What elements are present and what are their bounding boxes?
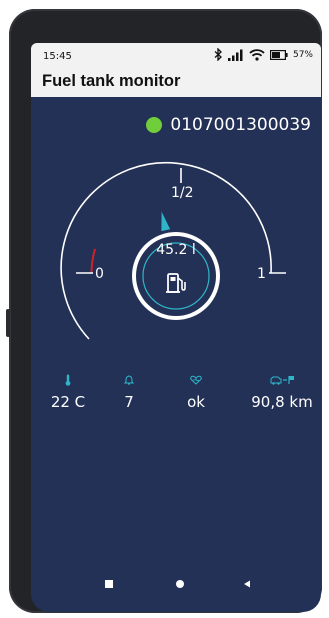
alarms-value: 7 (124, 393, 134, 411)
recents-button[interactable] (104, 579, 114, 589)
battery-percent: 57% (292, 49, 313, 60)
status-bar: 15:45 57% (31, 43, 321, 69)
phone-side-button (6, 309, 10, 337)
heart-pulse-icon (190, 375, 202, 385)
wifi-icon (249, 48, 265, 61)
phone-frame: 15:45 57% Fuel tank monitor 010700130003… (6, 9, 322, 613)
range-value: 90,8 km (251, 393, 313, 411)
health-value: ok (187, 393, 205, 411)
gauge-label-half: 1/2 (171, 185, 194, 201)
status-time: 15:45 (43, 51, 72, 62)
fuel-volume-readout: 45.2 l (156, 242, 196, 258)
gauge-needle (161, 211, 171, 232)
temperature-value: 22 C (50, 393, 86, 411)
battery-icon (269, 49, 288, 60)
back-button[interactable] (242, 579, 252, 589)
status-icons: 57% (214, 48, 313, 61)
vehicle-range-icon (270, 376, 294, 385)
stats-row: 22 C 7 ok 90,8 km (31, 373, 321, 423)
device-identifier[interactable]: 0107001300039 (146, 115, 311, 135)
bell-icon (124, 375, 134, 385)
stat-alarms: 7 (94, 373, 164, 411)
page-title: Fuel tank monitor (42, 72, 181, 90)
thermometer-icon (65, 374, 71, 386)
navigation-bar (31, 573, 321, 601)
gauge-label-empty: 0 (95, 266, 104, 282)
gauge-label-full: 1 (257, 266, 266, 282)
online-status-dot (146, 117, 163, 133)
bluetooth-icon (214, 48, 222, 61)
stat-health: ok (161, 373, 231, 411)
stat-range: 90,8 km (247, 373, 317, 411)
fuel-pump-icon (166, 273, 186, 293)
stat-temperature: 22 C (33, 373, 103, 411)
app-bar: Fuel tank monitor (31, 69, 321, 97)
device-id: 0107001300039 (170, 115, 311, 135)
screen: 15:45 57% Fuel tank monitor 010700130003… (31, 43, 321, 612)
home-button[interactable] (175, 579, 185, 589)
signal-icon (227, 49, 243, 61)
